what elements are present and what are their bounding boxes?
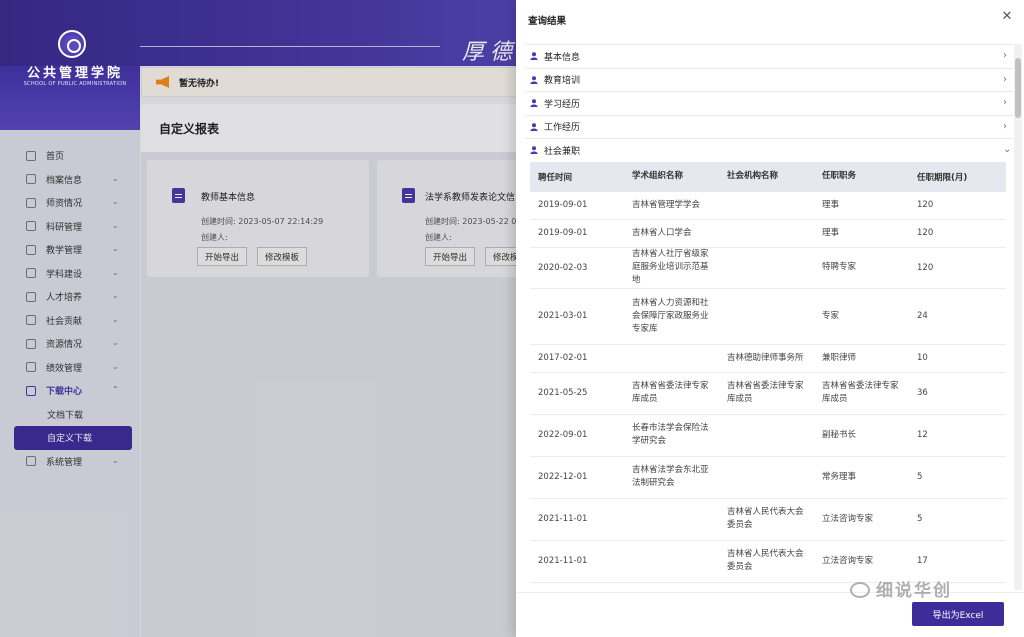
section-basic-info[interactable]: 基本信息 › [525, 44, 1013, 68]
section-education-training[interactable]: 教育培训 › [525, 67, 1013, 92]
chevron-right-icon: › [1003, 97, 1007, 108]
user-icon [530, 123, 538, 131]
column-header: 任职期限(月) [917, 172, 968, 183]
user-icon [530, 99, 538, 108]
drawer-scrollbar[interactable] [1014, 44, 1022, 590]
table-row: 2019-09-01 吉林省人口学会 理事 120 [530, 220, 1006, 248]
column-header: 社会机构名称 [727, 171, 779, 181]
section-study-experience[interactable]: 学习经历 › [525, 91, 1013, 115]
drawer-title: 查询结果 [528, 16, 567, 27]
section-social-positions[interactable]: 社会兼职 ⌄ [525, 138, 1013, 162]
table-row: 2019-09-01 吉林省管理学学会 理事 120 [530, 192, 1006, 220]
close-icon[interactable]: ✕ [1000, 10, 1014, 24]
user-icon [530, 146, 538, 155]
query-result-drawer: 查询结果 ✕ 基本信息 › 教育培训 › 学习经历 › 工作经历 › 社会兼职 … [516, 0, 1024, 637]
user-icon [530, 76, 538, 84]
chevron-right-icon: › [1003, 73, 1007, 85]
export-excel-button[interactable]: 导出为Excel [912, 602, 1004, 626]
table-header: 聘任时间 学术组织名称 社会机构名称 任职职务 任职期限(月) [530, 161, 1006, 192]
table-row: 2017-02-01 吉林德助律师事务所 兼职律师 10 [530, 345, 1006, 373]
table-row: 2020-02-03 吉林省人社厅省级家庭服务业培训示范基地 特聘专家 120 [530, 248, 1006, 289]
chevron-down-icon: ⌄ [1003, 144, 1012, 155]
wechat-watermark: 细说华创 [850, 576, 952, 601]
school-name: 公共管理学院 [26, 66, 123, 81]
school-emblem-icon [58, 30, 86, 58]
table-row: 2021-05-25 吉林省省委法律专家库成员 吉林省省委法律专家库成员 吉林省… [530, 373, 1006, 415]
wechat-icon [850, 582, 870, 598]
table-row: 2021-03-01 吉林省人力资源和社会保障厅家政服务业专家库 专家 24 [530, 289, 1006, 345]
table-row: 2022-12-01 吉林省法学会东北亚法制研究会 常务理事 5 [530, 457, 1006, 499]
column-header: 学术组织名称 [632, 171, 684, 181]
chevron-right-icon: › [1003, 120, 1007, 132]
column-header: 聘任时间 [538, 172, 573, 183]
school-name-en: SCHOOL OF PUBLIC ADMINISTRATION [23, 81, 127, 87]
drawer-body: 基本信息 › 教育培训 › 学习经历 › 工作经历 › 社会兼职 ⌄ 聘任时间 … [525, 44, 1013, 590]
table-row: 2021-11-01 吉林省人民代表大会委员会 立法咨询专家 5 [530, 499, 1006, 541]
chevron-right-icon: › [1003, 50, 1007, 61]
social-positions-table: 2019-09-01 吉林省管理学学会 理事 120 2019-09-01 吉林… [530, 192, 1006, 583]
section-work-experience[interactable]: 工作经历 › [525, 114, 1013, 139]
school-logo[interactable]: 公共管理学院 SCHOOL OF PUBLIC ADMINISTRATION [0, 0, 140, 87]
scrollbar-thumb[interactable] [1015, 58, 1021, 118]
table-row: 2022-09-01 长春市法学会保险法学研究会 副秘书长 12 [530, 415, 1006, 457]
user-icon [530, 52, 538, 61]
column-header: 任职职务 [822, 171, 857, 181]
